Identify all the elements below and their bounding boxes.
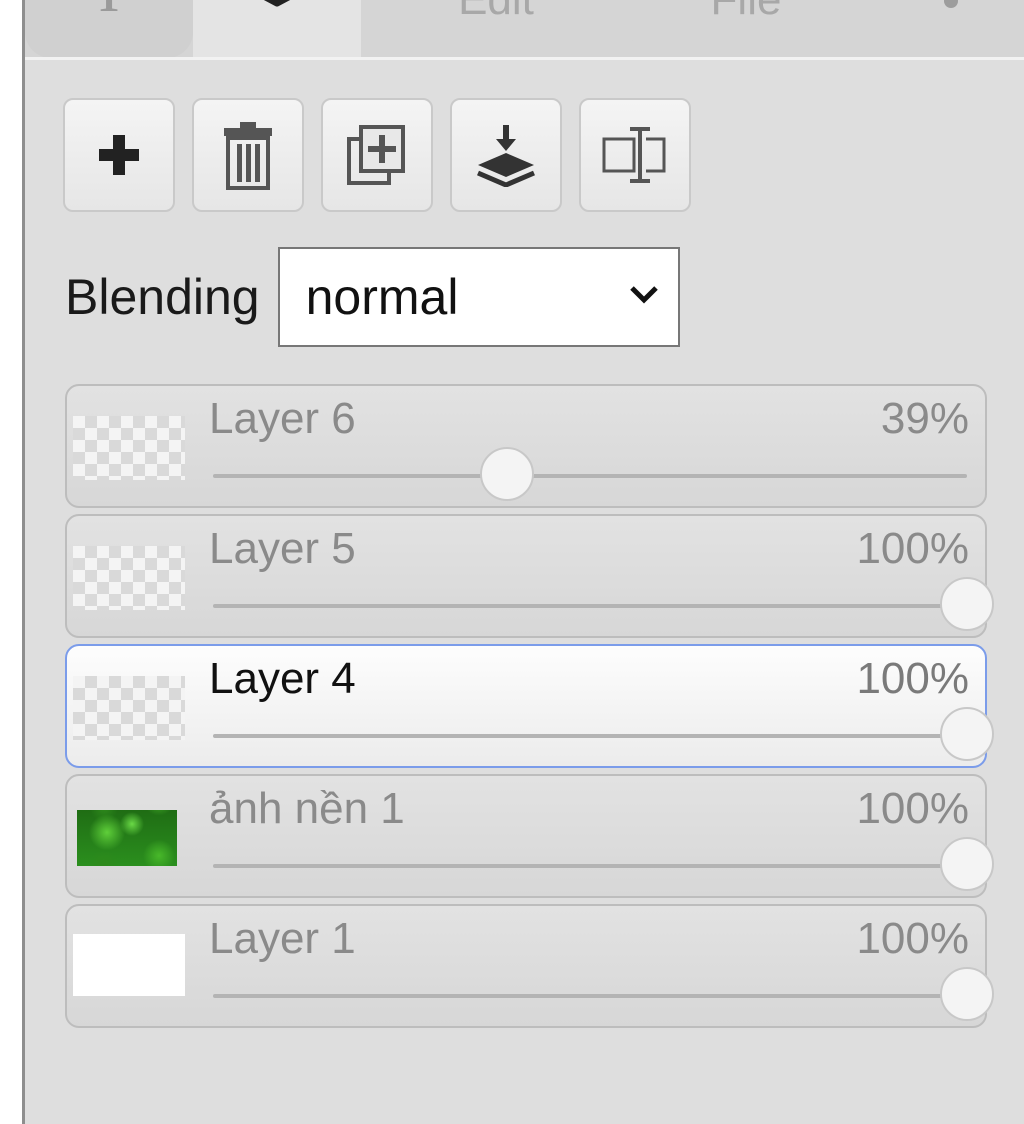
layer-name: Layer 1 [209, 914, 356, 963]
opacity-slider-handle[interactable] [480, 447, 535, 501]
tab-layers[interactable] [193, 0, 361, 57]
opacity-slider-handle[interactable] [940, 707, 994, 761]
duplicate-layer-button[interactable] [321, 98, 433, 212]
opacity-slider-handle[interactable] [940, 577, 994, 631]
rename-icon [600, 123, 670, 187]
layer-thumbnail [73, 934, 185, 996]
layer-opacity-value: 100% [856, 524, 969, 573]
blending-row: Blending normal [65, 247, 680, 347]
opacity-slider[interactable] [213, 967, 994, 1021]
layers-panel: I Edit File [22, 0, 1024, 1124]
layer-thumbnail [73, 676, 185, 740]
opacity-slider[interactable] [213, 707, 994, 761]
merge-down-icon [474, 123, 538, 187]
layer-row[interactable]: Layer 1 100% [65, 904, 994, 1028]
layer-opacity-value: 39% [880, 394, 969, 443]
tab-file[interactable]: File [631, 0, 861, 57]
tab-more[interactable] [921, 0, 981, 57]
opacity-slider-handle[interactable] [940, 837, 994, 891]
layer-thumbnail [73, 546, 185, 610]
plus-icon [95, 131, 143, 179]
layer-row[interactable]: Layer 6 39% [65, 384, 987, 508]
layer-row[interactable]: Layer 5 100% [65, 514, 994, 638]
tab-bar: I Edit File [25, 0, 1024, 60]
chevron-down-icon [628, 284, 660, 311]
layers-list: Layer 6 39% Layer 5 100% Layer 4 100% ảnh nền … [65, 384, 994, 1034]
layer-thumbnail [77, 810, 177, 866]
layer-opacity-value: 100% [856, 914, 969, 963]
add-layer-button[interactable] [63, 98, 175, 212]
layer-name: Layer 5 [209, 524, 356, 573]
blending-value: normal [305, 269, 459, 325]
tab-edit-label: Edit [458, 0, 534, 22]
layer-opacity-value: 100% [856, 654, 969, 703]
layer-thumbnail [73, 416, 185, 480]
tab-file-label: File [711, 0, 782, 22]
layer-name: Layer 6 [209, 394, 356, 443]
layer-name: Layer 4 [209, 654, 356, 703]
layer-row[interactable]: Layer 4 100% [65, 644, 994, 768]
opacity-slider[interactable] [213, 447, 967, 501]
tab-text[interactable]: I [25, 0, 193, 57]
duplicate-icon [345, 123, 409, 187]
layer-toolbar [63, 98, 691, 212]
opacity-slider-handle[interactable] [940, 967, 994, 1021]
trash-icon [222, 120, 274, 190]
opacity-slider[interactable] [213, 577, 994, 631]
layer-name: ảnh nền 1 [209, 784, 405, 833]
blending-select[interactable]: normal [277, 247, 680, 347]
layer-row[interactable]: ảnh nền 1 100% [65, 774, 994, 898]
text-tool-icon: I [98, 0, 119, 22]
layer-opacity-value: 100% [856, 784, 969, 833]
tab-edit[interactable]: Edit [361, 0, 631, 57]
layers-icon [235, 0, 319, 22]
blending-label: Blending [65, 269, 260, 325]
merge-down-button[interactable] [450, 98, 562, 212]
more-vertical-icon [941, 0, 961, 22]
delete-layer-button[interactable] [192, 98, 304, 212]
opacity-slider[interactable] [213, 837, 994, 891]
rename-layer-button[interactable] [579, 98, 691, 212]
